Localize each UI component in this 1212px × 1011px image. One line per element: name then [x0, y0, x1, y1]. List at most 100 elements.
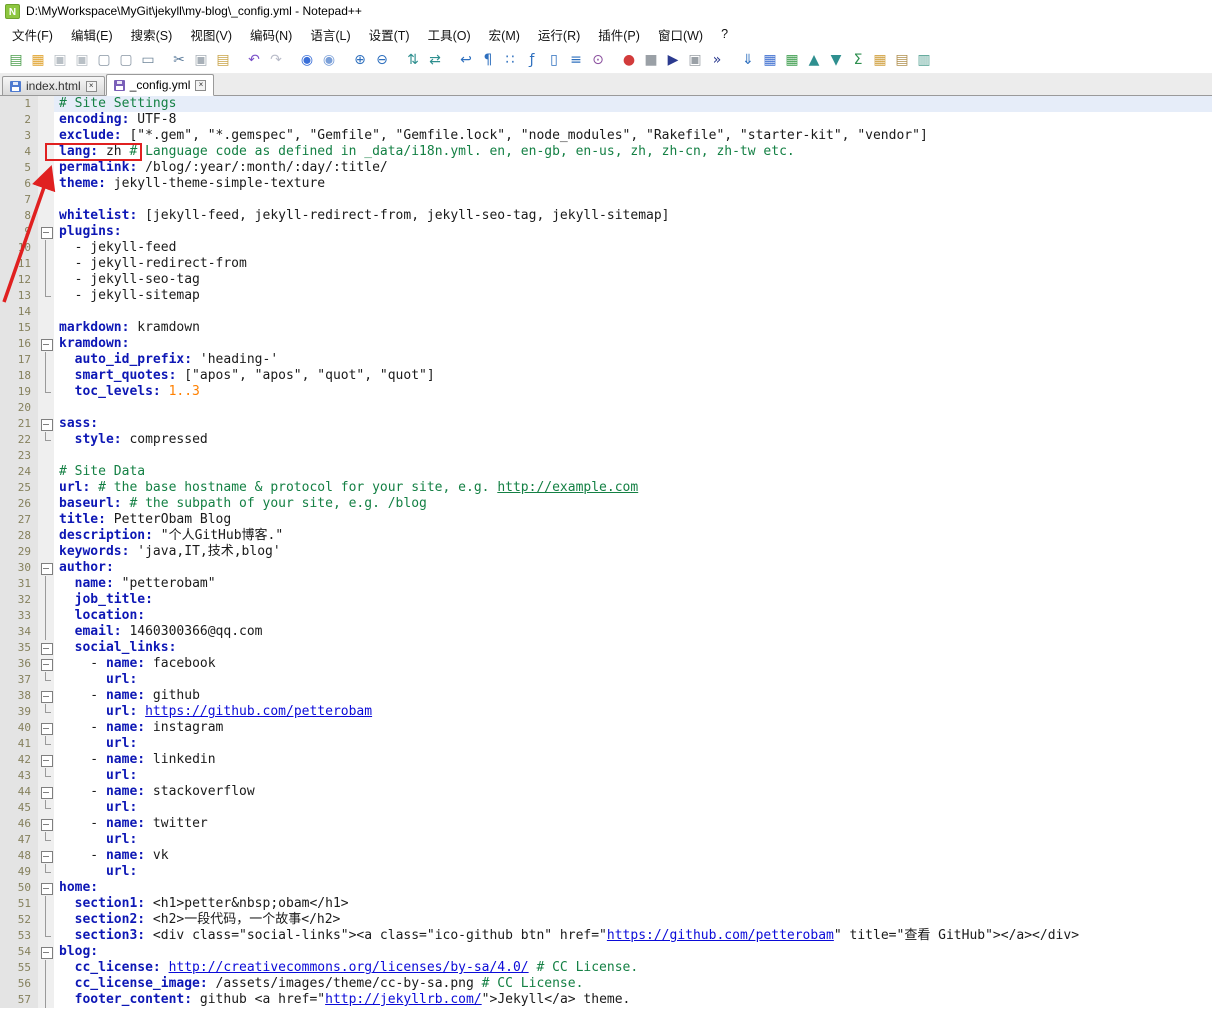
- monitoring-button[interactable]: ⊙: [587, 49, 609, 71]
- code-text[interactable]: - jekyll-sitemap: [54, 288, 1212, 304]
- fold-toggle-icon[interactable]: [38, 816, 54, 832]
- code-text[interactable]: - name: github: [54, 688, 1212, 704]
- code-text[interactable]: lang: zh # Language code as defined in _…: [54, 144, 1212, 160]
- find-button[interactable]: ◉: [296, 49, 318, 71]
- menu-item-settings[interactable]: 设置(T): [360, 22, 419, 47]
- code-text[interactable]: smart_quotes: ["apos", "apos", "quot", "…: [54, 368, 1212, 384]
- plugin-grid-blue-button[interactable]: ▦: [759, 49, 781, 71]
- fold-toggle-icon[interactable]: [38, 784, 54, 800]
- code-text[interactable]: theme: jekyll-theme-simple-texture: [54, 176, 1212, 192]
- code-text[interactable]: - name: facebook: [54, 656, 1212, 672]
- fold-toggle-icon[interactable]: [38, 752, 54, 768]
- print-button[interactable]: ▭: [137, 49, 159, 71]
- code-text[interactable]: - name: vk: [54, 848, 1212, 864]
- menu-item-run[interactable]: 运行(R): [529, 22, 589, 47]
- code-text[interactable]: social_links:: [54, 640, 1212, 656]
- code-text[interactable]: [54, 192, 1212, 208]
- copy-button[interactable]: ▣: [190, 49, 212, 71]
- plugin-sum-button[interactable]: Σ: [847, 49, 869, 71]
- tab-close-icon[interactable]: ×: [85, 80, 97, 92]
- code-text[interactable]: exclude: ["*.gem", "*.gemspec", "Gemfile…: [54, 128, 1212, 144]
- code-text[interactable]: url: https://github.com/petterobam: [54, 704, 1212, 720]
- code-text[interactable]: cc_license_image: /assets/images/theme/c…: [54, 976, 1212, 992]
- code-text[interactable]: url:: [54, 768, 1212, 784]
- undo-button[interactable]: ↶: [243, 49, 265, 71]
- code-text[interactable]: author:: [54, 560, 1212, 576]
- code-text[interactable]: name: "petterobam": [54, 576, 1212, 592]
- menu-item-tools[interactable]: 工具(O): [419, 22, 480, 47]
- code-text[interactable]: url:: [54, 832, 1212, 848]
- code-text[interactable]: [54, 400, 1212, 416]
- code-text[interactable]: permalink: /blog/:year/:month/:day/:titl…: [54, 160, 1212, 176]
- code-text[interactable]: whitelist: [jekyll-feed, jekyll-redirect…: [54, 208, 1212, 224]
- code-text[interactable]: section1: <h1>petter&nbsp;obam</h1>: [54, 896, 1212, 912]
- code-text[interactable]: cc_license: http://creativecommons.org/l…: [54, 960, 1212, 976]
- code-text[interactable]: # Site Data: [54, 464, 1212, 480]
- tab-close-icon[interactable]: ×: [195, 79, 207, 91]
- zoom-out-button[interactable]: ⊖: [371, 49, 393, 71]
- code-text[interactable]: sass:: [54, 416, 1212, 432]
- run-macro-multiple-button[interactable]: »: [706, 49, 728, 71]
- plugin-clipboard-button[interactable]: ▤: [891, 49, 913, 71]
- indent-guide-button[interactable]: ∷: [499, 49, 521, 71]
- menu-item-edit[interactable]: 编辑(E): [62, 22, 122, 47]
- new-file-button[interactable]: ▤: [5, 49, 27, 71]
- editor-area[interactable]: 1 # Site Settings 2 encoding: UTF-8 3 exclude…: [0, 96, 1212, 1011]
- code-text[interactable]: - name: stackoverflow: [54, 784, 1212, 800]
- code-text[interactable]: - jekyll-feed: [54, 240, 1212, 256]
- code-text[interactable]: section3: <div class="social-links"><a c…: [54, 928, 1212, 944]
- fold-toggle-icon[interactable]: [38, 848, 54, 864]
- replace-button[interactable]: ◉: [318, 49, 340, 71]
- paste-button[interactable]: ▤: [212, 49, 234, 71]
- code-text[interactable]: title: PetterObam Blog: [54, 512, 1212, 528]
- code-text[interactable]: plugins:: [54, 224, 1212, 240]
- code-text[interactable]: style: compressed: [54, 432, 1212, 448]
- code-text[interactable]: home:: [54, 880, 1212, 896]
- code-text[interactable]: toc_levels: 1..3: [54, 384, 1212, 400]
- code-text[interactable]: url: # the base hostname & protocol for …: [54, 480, 1212, 496]
- fold-toggle-icon[interactable]: [38, 656, 54, 672]
- fold-toggle-icon[interactable]: [38, 416, 54, 432]
- fold-toggle-icon[interactable]: [38, 880, 54, 896]
- code-text[interactable]: footer_content: github <a href="http://j…: [54, 992, 1212, 1008]
- save-all-button[interactable]: ▣: [71, 49, 93, 71]
- fold-toggle-icon[interactable]: [38, 560, 54, 576]
- sort-descending-button[interactable]: ▼: [825, 49, 847, 71]
- plugin-grid-yellow-button[interactable]: ▦: [869, 49, 891, 71]
- fold-toggle-icon[interactable]: [38, 336, 54, 352]
- code-text[interactable]: - jekyll-seo-tag: [54, 272, 1212, 288]
- cut-button[interactable]: ✂: [168, 49, 190, 71]
- sync-vertical-button[interactable]: ⇅: [402, 49, 424, 71]
- code-text[interactable]: url:: [54, 864, 1212, 880]
- close-file-button[interactable]: ▢: [93, 49, 115, 71]
- fold-toggle-icon[interactable]: [38, 224, 54, 240]
- code-text[interactable]: - name: instagram: [54, 720, 1212, 736]
- menu-item-view[interactable]: 视图(V): [181, 22, 241, 47]
- playback-macro-button[interactable]: ▶: [662, 49, 684, 71]
- code-text[interactable]: - jekyll-redirect-from: [54, 256, 1212, 272]
- plugin-import-button[interactable]: ⇓: [737, 49, 759, 71]
- code-text[interactable]: auto_id_prefix: 'heading-': [54, 352, 1212, 368]
- code-text[interactable]: url:: [54, 736, 1212, 752]
- sort-ascending-button[interactable]: ▲: [803, 49, 825, 71]
- code-text[interactable]: keywords: 'java,IT,技术,blog': [54, 544, 1212, 560]
- open-file-button[interactable]: ▦: [27, 49, 49, 71]
- code-text[interactable]: baseurl: # the subpath of your site, e.g…: [54, 496, 1212, 512]
- code-text[interactable]: - name: linkedin: [54, 752, 1212, 768]
- word-wrap-button[interactable]: ↩: [455, 49, 477, 71]
- close-all-button[interactable]: ▢: [115, 49, 137, 71]
- code-text[interactable]: url:: [54, 672, 1212, 688]
- function-list-button[interactable]: ƒ: [521, 49, 543, 71]
- code-text[interactable]: url:: [54, 800, 1212, 816]
- fold-toggle-icon[interactable]: [38, 720, 54, 736]
- save-file-button[interactable]: ▣: [49, 49, 71, 71]
- save-macro-button[interactable]: ▣: [684, 49, 706, 71]
- code-text[interactable]: kramdown:: [54, 336, 1212, 352]
- menu-item-window[interactable]: 窗口(W): [649, 22, 712, 47]
- code-text[interactable]: - name: twitter: [54, 816, 1212, 832]
- code-text[interactable]: description: "个人GitHub博客.": [54, 528, 1212, 544]
- code-text[interactable]: email: 1460300366@qq.com: [54, 624, 1212, 640]
- menu-item-plugins[interactable]: 插件(P): [589, 22, 649, 47]
- tab-config-yml[interactable]: _config.yml ×: [105, 74, 215, 96]
- menu-item-search[interactable]: 搜索(S): [122, 22, 182, 47]
